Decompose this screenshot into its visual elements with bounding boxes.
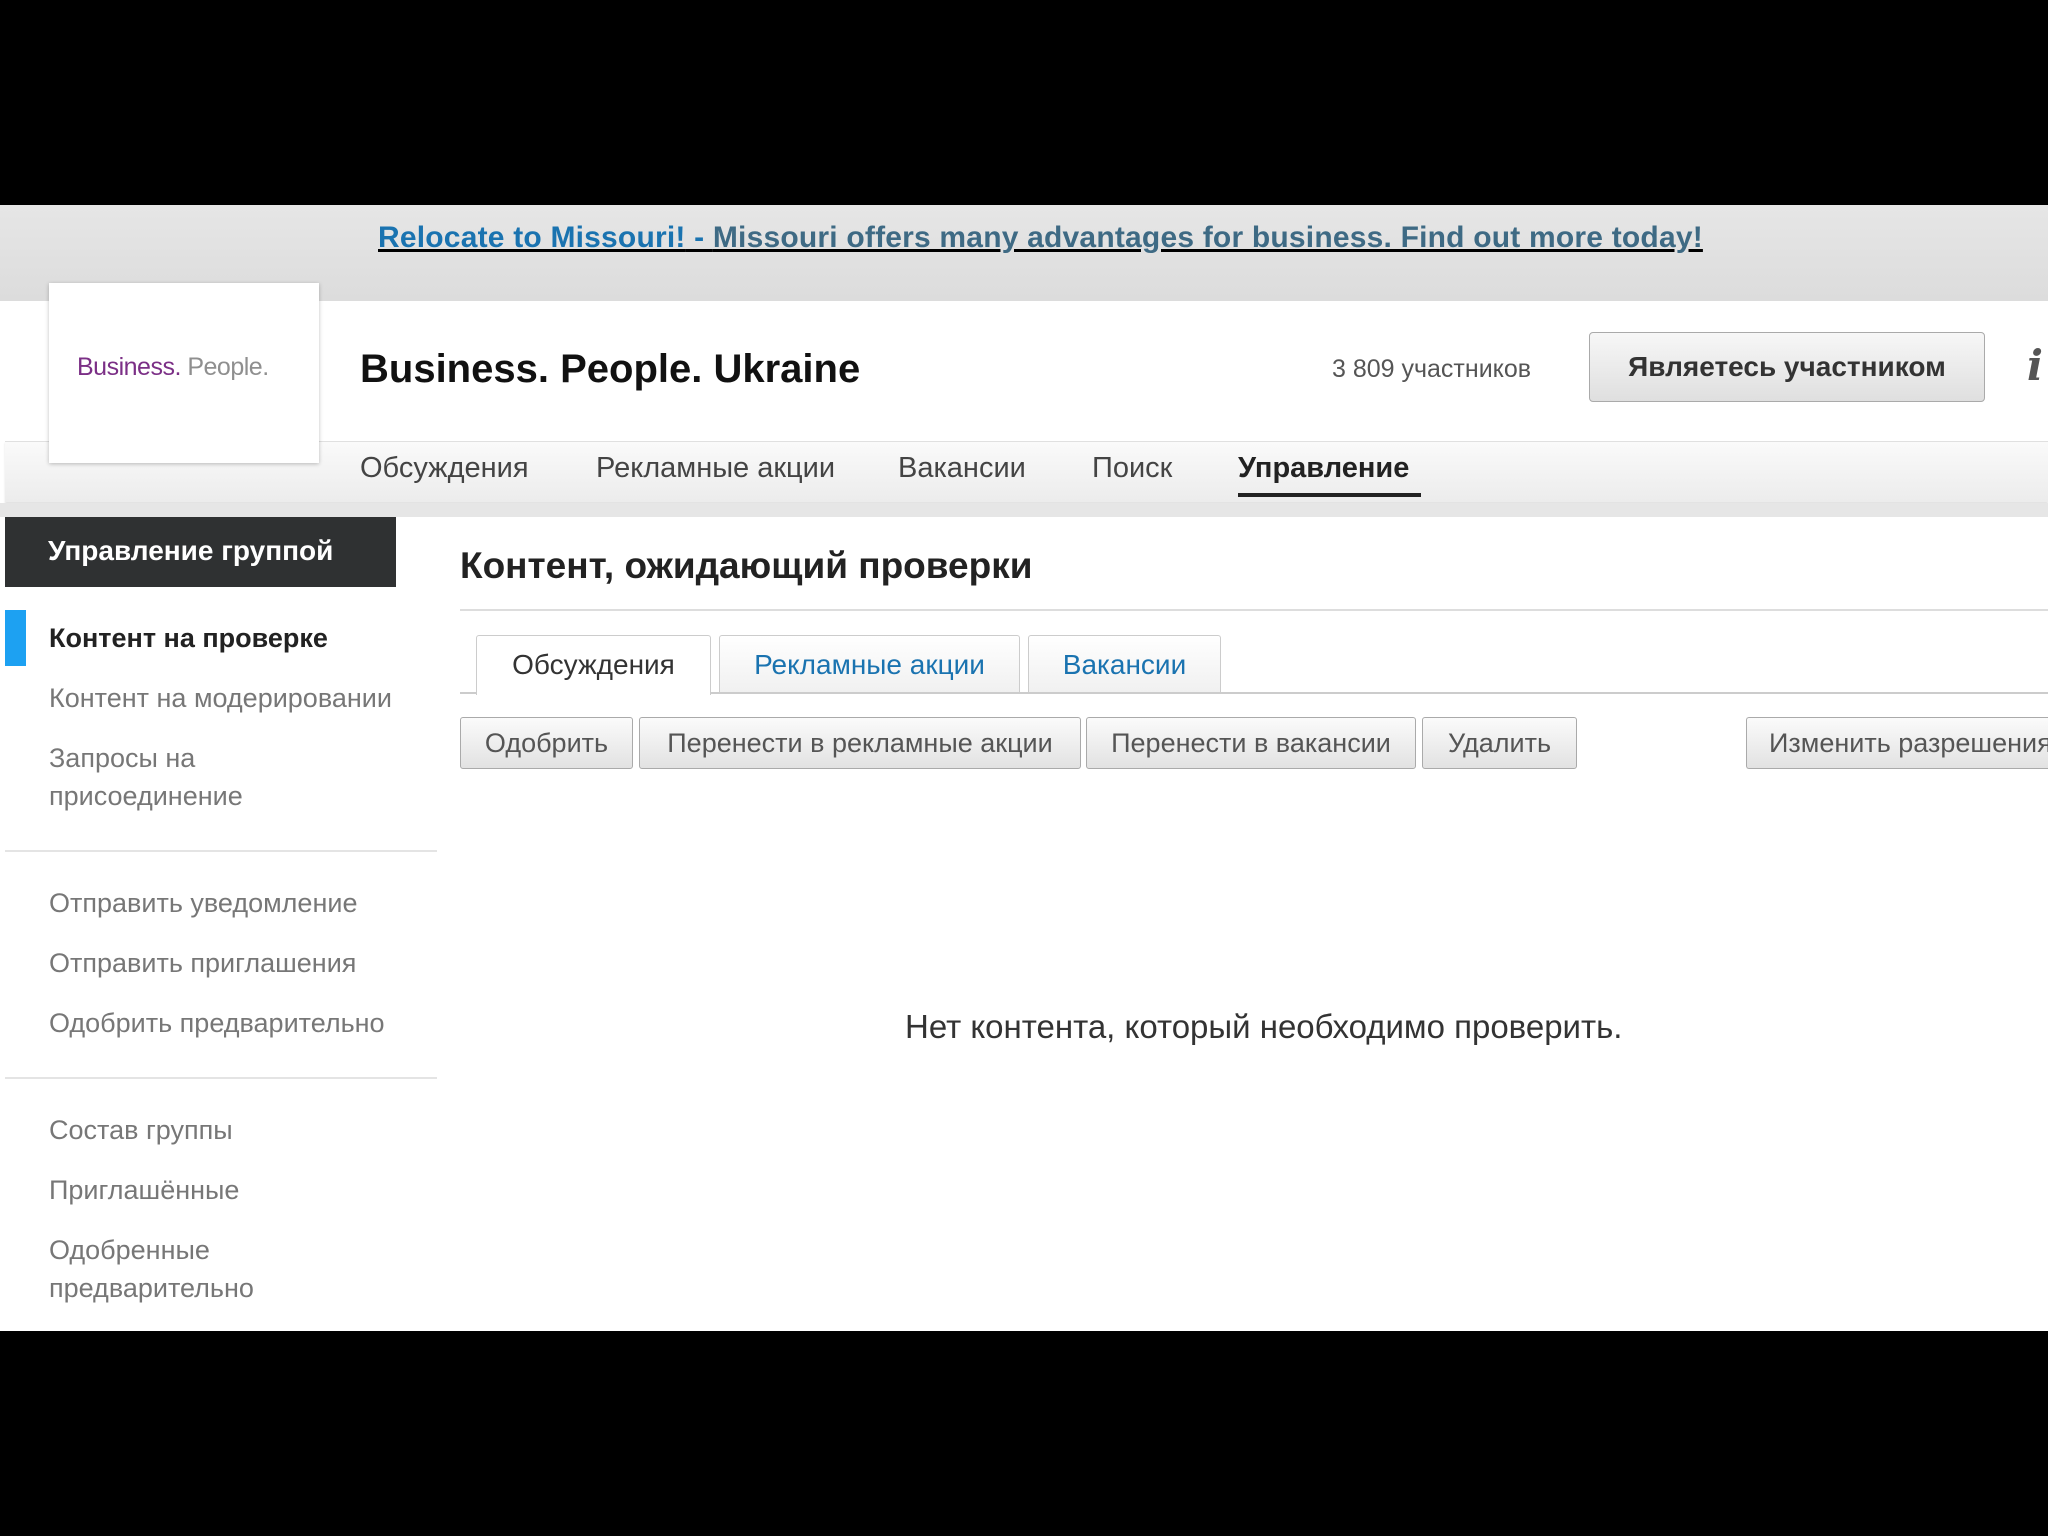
member-status-button[interactable]: Являетесь участником <box>1589 332 1985 402</box>
header-divider <box>0 503 2048 517</box>
sidebar-item-send-announcement[interactable]: Отправить уведомление <box>49 884 429 922</box>
browser-viewport: Relocate to Missouri! - Missouri offers … <box>0 205 2048 1331</box>
nav-item-manage[interactable]: Управление <box>1238 452 1409 485</box>
nav-item-discussions[interactable]: Обсуждения <box>360 452 529 485</box>
sidebar-divider <box>5 1077 437 1079</box>
sidebar-heading-label: Управление группой <box>48 535 334 566</box>
sidebar-active-marker <box>5 610 26 666</box>
nav-active-underline <box>1238 493 1421 497</box>
sidebar-item-send-invitations[interactable]: Отправить приглашения <box>49 944 429 982</box>
member-count[interactable]: 3 809 участников <box>1332 355 1531 384</box>
group-title[interactable]: Business. People. Ukraine <box>360 347 860 392</box>
group-logo[interactable]: Business. People. <box>49 283 319 463</box>
empty-state-message: Нет контента, который необходимо провери… <box>905 1008 1623 1045</box>
approve-button[interactable]: Одобрить <box>460 717 633 769</box>
sidebar-item-content-review[interactable]: Контент на проверке <box>49 619 429 657</box>
move-to-promotions-button[interactable]: Перенести в рекламные акции <box>639 717 1081 769</box>
tab-discussions[interactable]: Обсуждения <box>476 635 711 695</box>
sidebar-divider <box>5 850 437 852</box>
logo-word-business: Business <box>77 353 175 381</box>
sidebar-item-pre-approved[interactable]: Одобренные предварительно <box>49 1231 279 1307</box>
ad-separator: - <box>685 221 713 254</box>
nav-item-jobs[interactable]: Вакансии <box>898 452 1026 485</box>
sidebar-heading: Управление группой <box>5 517 396 587</box>
sidebar-item-join-requests[interactable]: Запросы на присоединение <box>49 739 279 815</box>
title-divider <box>460 609 2048 611</box>
page-title: Контент, ожидающий проверки <box>460 545 1033 586</box>
logo-text: Business. People. <box>77 353 269 382</box>
sidebar-item-pre-approve[interactable]: Одобрить предварительно <box>49 1004 429 1042</box>
move-to-jobs-button[interactable]: Перенести в вакансии <box>1086 717 1416 769</box>
sidebar-item-members[interactable]: Состав группы <box>49 1111 429 1149</box>
nav-item-search[interactable]: Поиск <box>1092 452 1172 485</box>
ad-text[interactable]: Missouri offers many advantages for busi… <box>713 221 1703 254</box>
logo-word-people: People. <box>180 353 269 381</box>
tab-promotions[interactable]: Рекламные акции <box>719 635 1020 693</box>
ad-link[interactable]: Relocate to Missouri! - Missouri offers … <box>378 221 1703 255</box>
info-icon[interactable]: i <box>2027 341 2043 390</box>
nav-item-promotions[interactable]: Рекламные акции <box>596 452 835 485</box>
ad-title[interactable]: Relocate to Missouri! <box>378 221 686 254</box>
group-header: Business. People. Business. People. Ukra… <box>5 283 2048 463</box>
delete-button[interactable]: Удалить <box>1422 717 1577 769</box>
sidebar-item-moderation[interactable]: Контент на модерировании <box>49 679 429 717</box>
tab-jobs[interactable]: Вакансии <box>1028 635 1221 693</box>
change-permissions-button[interactable]: Изменить разрешения <box>1746 717 2048 769</box>
sidebar-item-invited[interactable]: Приглашённые <box>49 1171 429 1209</box>
